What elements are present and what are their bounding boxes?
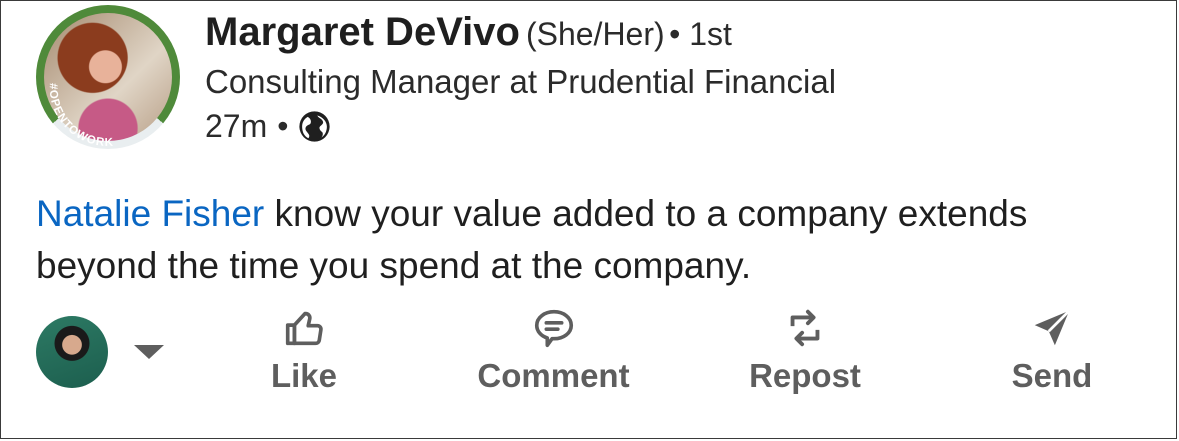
post-body: Natalie Fisher know your value added to … — [36, 188, 1146, 292]
repost-button[interactable]: Repost — [740, 305, 870, 395]
comment-button[interactable]: Comment — [466, 305, 641, 395]
post-meta: 27m • — [205, 108, 331, 145]
like-label: Like — [270, 357, 338, 394]
connection-degree: • 1st — [669, 16, 732, 52]
repost-label: Repost — [749, 357, 861, 394]
post-timestamp: 27m — [205, 108, 268, 144]
send-label: Send — [1011, 357, 1093, 394]
meta-separator: • — [277, 108, 289, 144]
chevron-down-icon[interactable] — [134, 345, 164, 359]
send-button[interactable]: Send — [1004, 305, 1100, 395]
svg-text:#OPENTOWORK: #OPENTOWORK — [47, 83, 114, 149]
send-icon — [1034, 309, 1071, 346]
open-to-work-label: #OPENTOWORK — [47, 83, 113, 149]
like-button[interactable]: Like — [259, 305, 349, 395]
author-headline: Consulting Manager at Prudential Financi… — [205, 63, 837, 100]
thumbs-up-icon — [285, 311, 323, 346]
author-pronouns: (She/Her) — [525, 16, 665, 52]
globe-icon — [298, 110, 331, 143]
author-name[interactable]: Margaret DeVivo — [205, 10, 520, 54]
comment-label: Comment — [477, 357, 630, 394]
mention-link[interactable]: Natalie Fisher — [36, 193, 264, 234]
author-avatar[interactable]: #OPENTOWORK — [36, 5, 180, 149]
open-to-work-badge: #OPENTOWORK — [47, 83, 114, 149]
author-name-line: Margaret DeVivo (She/Her) • 1st — [205, 10, 732, 55]
comment-icon — [534, 309, 573, 348]
reactor-avatar[interactable] — [36, 316, 108, 388]
repost-icon — [790, 309, 820, 347]
